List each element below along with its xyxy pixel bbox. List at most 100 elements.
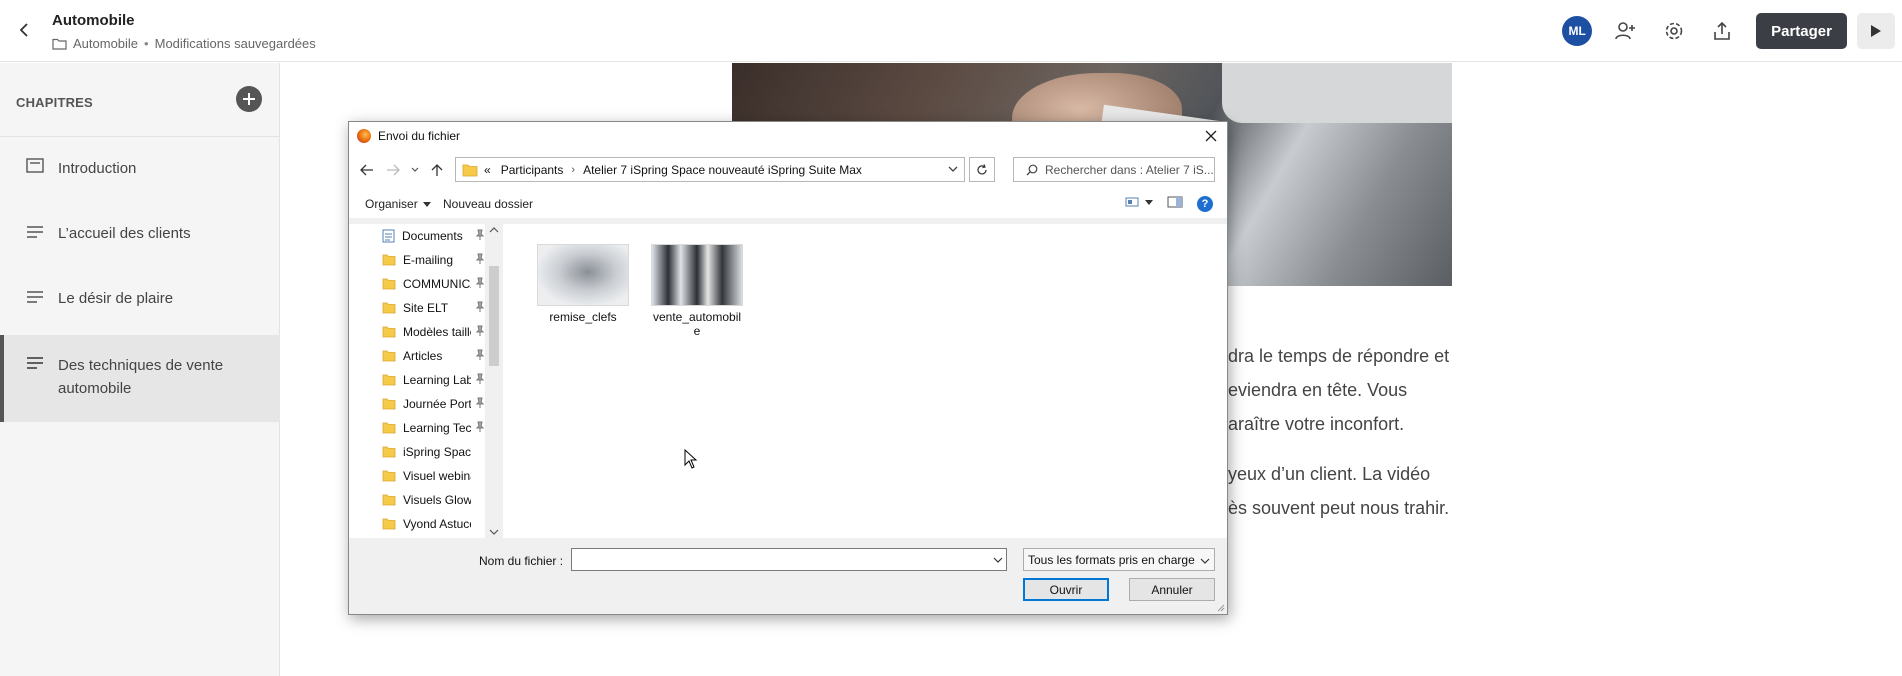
toolbar-actions: ML Partager [1562, 12, 1902, 50]
tree-scrollbar[interactable] [487, 224, 501, 538]
chapter-label: Des techniques de vente automobile [58, 357, 224, 397]
tree-item-label: Learning Tech [403, 421, 471, 435]
pin-icon[interactable] [475, 229, 485, 241]
preview-pane-button[interactable] [1167, 196, 1183, 208]
pin-icon[interactable] [475, 421, 485, 433]
top-bar: Automobile Automobile • Modifications sa… [0, 0, 1902, 62]
settings-button[interactable] [1660, 17, 1688, 45]
dialog-title: Envoi du fichier [378, 129, 461, 143]
refresh-button[interactable] [969, 157, 995, 182]
course-title: Automobile [52, 12, 135, 29]
save-status: Modifications sauvegardées [154, 36, 316, 51]
chevron-down-icon[interactable] [993, 556, 1003, 564]
tree-item-label: Site ELT [403, 301, 449, 315]
address-bar[interactable]: « Participants › Atelier 7 iSpring Space… [455, 157, 965, 182]
image-thumbnail [537, 244, 629, 306]
chapter-desir-plaire[interactable]: Le désir de plaire [0, 273, 280, 323]
file-item[interactable]: vente_automobile [649, 244, 745, 338]
breadcrumb-folder[interactable]: Automobile [73, 36, 138, 51]
view-options-button[interactable] [1125, 196, 1153, 208]
tree-item-label: Journée Porte [403, 397, 471, 411]
help-button[interactable]: ? [1197, 196, 1213, 212]
file-type-value: Tous les formats pris en charge [1028, 552, 1195, 567]
chapter-techniques-vente[interactable]: Des techniques de vente automobile [0, 335, 280, 422]
back-nav-button[interactable] [359, 162, 375, 178]
tree-item[interactable]: Learning Tech [349, 416, 471, 440]
arrow-left-icon [360, 164, 373, 176]
file-upload-dialog: Envoi du fichier « Participants › Atelie… [348, 121, 1228, 615]
paragraph-line: yeux d’un client. La vidéo [1228, 464, 1431, 484]
recent-locations-button[interactable] [407, 162, 423, 178]
file-item[interactable]: remise_clefs [535, 244, 631, 324]
up-folder-button[interactable] [429, 162, 445, 178]
path-segment[interactable]: Participants [501, 163, 564, 177]
app-window: Automobile Automobile • Modifications sa… [0, 0, 1902, 676]
tree-item-label: iSpring Space C [403, 445, 471, 459]
caret-down-icon [1145, 199, 1153, 205]
scroll-up-icon[interactable] [489, 226, 499, 234]
tree-item[interactable]: Modèles taille [349, 320, 471, 344]
scroll-thumb[interactable] [489, 266, 499, 366]
tree-item[interactable]: Vyond Astuces p [349, 512, 471, 536]
preview-button[interactable] [1857, 13, 1895, 49]
path-prefix[interactable]: « [484, 163, 491, 177]
pin-icon[interactable] [475, 325, 485, 337]
search-input[interactable]: Rechercher dans : Atelier 7 iS... [1013, 157, 1215, 182]
pin-icon[interactable] [475, 373, 485, 385]
pin-icon[interactable] [475, 397, 485, 409]
share-button[interactable]: Partager [1756, 13, 1847, 49]
chapter-label: Introduction [58, 160, 137, 177]
tree-item[interactable]: E-mailing [349, 248, 471, 272]
gear-icon [1665, 22, 1683, 40]
folder-icon [382, 518, 396, 530]
tree-item[interactable]: Documents [349, 224, 471, 248]
add-user-button[interactable] [1612, 17, 1640, 45]
tree-item[interactable]: Learning Lab [349, 368, 471, 392]
close-button[interactable] [1201, 126, 1221, 146]
pin-icon[interactable] [475, 253, 485, 265]
tree-item[interactable]: Journée Porte [349, 392, 471, 416]
organize-menu[interactable]: Organiser [365, 197, 431, 211]
add-chapter-button[interactable] [236, 86, 262, 112]
plus-icon [243, 93, 255, 105]
tree-item[interactable]: COMMUNICA [349, 272, 471, 296]
tree-item[interactable]: Articles [349, 344, 471, 368]
firefox-logo-icon [357, 129, 371, 143]
chevron-down-icon [1200, 558, 1210, 564]
caret-down-icon [422, 201, 431, 207]
organize-label: Organiser [365, 197, 418, 211]
tree-item[interactable]: Visuel webinars i [349, 464, 471, 488]
tree-item[interactable]: Site ELT [349, 296, 471, 320]
text-lines-icon [27, 357, 43, 369]
export-button[interactable] [1708, 17, 1736, 45]
forward-nav-button[interactable] [385, 162, 401, 178]
path-separator[interactable]: › [571, 164, 575, 176]
file-name: vente_automobile [652, 310, 742, 338]
chevron-left-icon [19, 23, 28, 37]
dialog-titlebar[interactable]: Envoi du fichier [349, 122, 1227, 150]
new-folder-button[interactable]: Nouveau dossier [443, 197, 533, 211]
avatar[interactable]: ML [1562, 16, 1593, 46]
pin-icon[interactable] [475, 349, 485, 361]
filename-input[interactable] [571, 548, 1007, 571]
folder-tree: Documents E-mailing COMMUNICA Site ELT M… [349, 224, 485, 538]
cancel-button[interactable]: Annuler [1129, 578, 1215, 601]
resize-grip-icon[interactable] [1215, 602, 1225, 612]
arrow-up-icon [431, 164, 443, 176]
folder-icon [462, 164, 478, 176]
scroll-down-icon[interactable] [489, 528, 499, 536]
open-button[interactable]: Ouvrir [1023, 578, 1109, 601]
chapter-accueil-clients[interactable]: L’accueil des clients [0, 208, 280, 258]
pin-icon[interactable] [475, 301, 485, 313]
path-segment[interactable]: Atelier 7 iSpring Space nouveauté iSprin… [583, 163, 862, 177]
file-type-select[interactable]: Tous les formats pris en charge [1023, 548, 1215, 571]
folder-icon [382, 494, 396, 506]
tree-item[interactable]: Visuels Glowbl - [349, 488, 471, 512]
pin-icon[interactable] [475, 277, 485, 289]
chapter-introduction[interactable]: Introduction [0, 143, 280, 193]
command-bar: Organiser Nouveau dossier ? [349, 190, 1227, 218]
chevron-down-icon[interactable] [948, 163, 958, 175]
folder-icon [382, 254, 396, 266]
tree-item[interactable]: iSpring Space C [349, 440, 471, 464]
back-button[interactable] [12, 18, 36, 42]
